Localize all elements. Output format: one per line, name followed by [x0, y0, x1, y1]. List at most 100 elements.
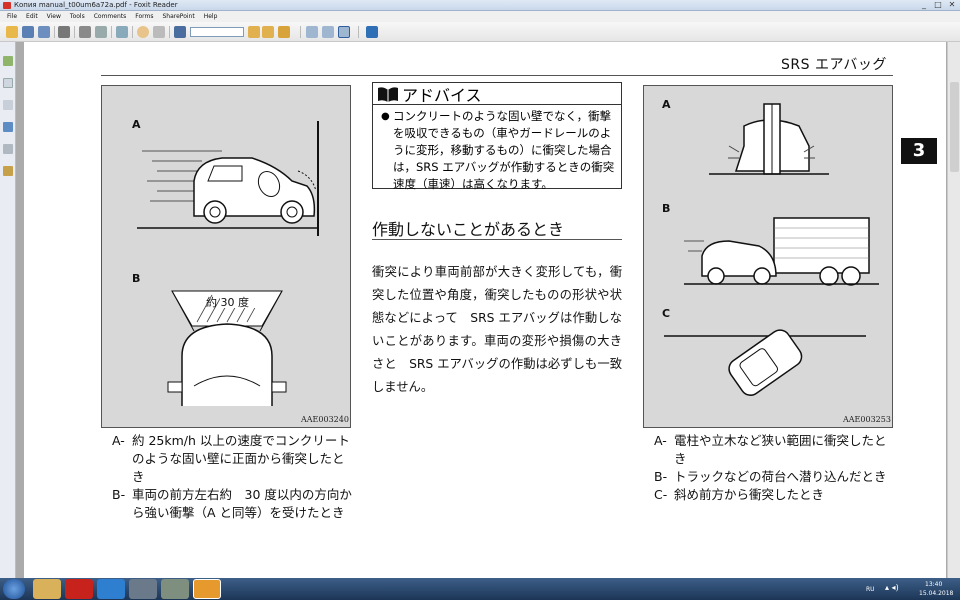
- book-icon: [378, 86, 398, 102]
- menu-forms[interactable]: Forms: [135, 11, 153, 22]
- clock-date[interactable]: 15.04.2018: [919, 588, 953, 599]
- foxit-plugin-icon[interactable]: [366, 26, 378, 38]
- attachments-icon[interactable]: [3, 144, 13, 154]
- page-header: SRS エアバッグ: [781, 57, 887, 73]
- fit-width-icon[interactable]: [338, 26, 350, 38]
- close-button[interactable]: ✕: [946, 0, 958, 10]
- document-area[interactable]: SRS エアバッグ A B 約 30 度 AAE003240 A- 約 25km…: [16, 42, 947, 578]
- bullet-icon: ●: [381, 111, 390, 122]
- app-taskbar-icon[interactable]: [161, 579, 189, 599]
- caption-item: B- 車両の前方左右約 30 度以内の方向から強い衝撃（A と同等）を受けたとき: [112, 486, 352, 522]
- caption-key: B-: [112, 487, 126, 502]
- start-button[interactable]: [3, 579, 25, 599]
- comments-icon[interactable]: [3, 122, 13, 132]
- body-paragraph: 衝突により車両前部が大きく変形しても，衝突した位置や角度，衝突したものの形状や状…: [372, 265, 622, 394]
- minimize-button[interactable]: _: [918, 0, 930, 10]
- vertical-scrollbar[interactable]: [947, 42, 960, 578]
- advice-body: ● コンクリートのような固い壁でなく，衝撃を吸収できるもの（車やガードレールのよ…: [373, 105, 621, 193]
- section-title: 作動しないことがあるとき: [372, 220, 565, 239]
- toolbar-separator: [74, 26, 75, 38]
- email-icon[interactable]: [95, 26, 107, 38]
- left-caption: A- 約 25km/h 以上の速度でコンクリートのような固い壁に正面から衝突した…: [112, 432, 352, 522]
- language-indicator[interactable]: RU: [866, 584, 875, 595]
- pages-icon[interactable]: [3, 78, 13, 88]
- caption-text: トラックなどの荷台へ潜り込んだとき: [674, 469, 887, 484]
- signatures-icon[interactable]: [3, 166, 13, 176]
- save-icon[interactable]: [22, 26, 34, 38]
- open-folder-icon[interactable]: [6, 26, 18, 38]
- caption-key: A-: [112, 433, 125, 448]
- find-next-icon[interactable]: [262, 26, 274, 38]
- toolbar-separator: [111, 26, 112, 38]
- toolbar-separator: [300, 26, 301, 38]
- foxit-taskbar-icon[interactable]: [193, 579, 221, 599]
- fit-page-icon[interactable]: [322, 26, 334, 38]
- highlight-icon[interactable]: [278, 26, 290, 38]
- menu-file[interactable]: File: [7, 11, 17, 22]
- menu-sharepoint[interactable]: SharePoint: [162, 11, 194, 22]
- left-navigation-panel: [0, 42, 16, 578]
- menu-comments[interactable]: Comments: [94, 11, 127, 22]
- toolbar-separator: [169, 26, 170, 38]
- section-rule: [372, 239, 622, 240]
- ie-taskbar-icon[interactable]: [97, 579, 125, 599]
- chapter-tab: 3: [901, 138, 937, 164]
- scrollbar-thumb[interactable]: [950, 82, 959, 172]
- zoom-in-icon[interactable]: [306, 26, 318, 38]
- advice-box: アドバイス ● コンクリートのような固い壁でなく，衝撃を吸収できるもの（車やガー…: [372, 82, 622, 191]
- figure-frontal-collision: A B 約 30 度 AAE003240: [101, 85, 351, 428]
- tray-icons[interactable]: ▴ ◂): [885, 582, 899, 593]
- hand-tool-icon[interactable]: [137, 26, 149, 38]
- header-rule: [101, 75, 893, 76]
- explorer-taskbar-icon[interactable]: [33, 579, 61, 599]
- menu-view[interactable]: View: [47, 11, 61, 22]
- caption-item: A- 電柱や立木など狭い範囲に衝突したとき: [654, 432, 894, 468]
- advice-header: アドバイス: [373, 83, 621, 105]
- caption-text: 斜め前方から衝突したとき: [674, 487, 825, 502]
- scan-icon[interactable]: [79, 26, 91, 38]
- select-text-icon[interactable]: [153, 26, 165, 38]
- window-title: Копия manual_t00um6a72a.pdf - Foxit Read…: [14, 1, 178, 9]
- binoculars-icon[interactable]: [174, 26, 186, 38]
- app-taskbar-icon[interactable]: [129, 579, 157, 599]
- menu-bar: File Edit View Tools Comments Forms Shar…: [0, 11, 960, 22]
- figure-code: AAE003240: [301, 415, 349, 424]
- advice-text: コンクリートのような固い壁でなく，衝撃を吸収できるもの（車やガードレールのように…: [393, 109, 615, 191]
- title-bar: Копия manual_t00um6a72a.pdf - Foxit Read…: [0, 0, 960, 11]
- menu-tools[interactable]: Tools: [70, 11, 85, 22]
- opera-taskbar-icon[interactable]: [65, 579, 93, 599]
- figure-non-deploy-cases: A B C AAE003253: [643, 85, 893, 428]
- right-caption: A- 電柱や立木など狭い範囲に衝突したとき B- トラックなどの荷台へ潜り込んだ…: [654, 432, 894, 504]
- save-all-icon[interactable]: [38, 26, 50, 38]
- caption-item: A- 約 25km/h 以上の速度でコンクリートのような固い壁に正面から衝突した…: [112, 432, 352, 486]
- caption-key: C-: [654, 487, 668, 502]
- maximize-button[interactable]: □: [932, 0, 944, 10]
- bookmarks-icon[interactable]: [3, 56, 13, 66]
- caption-key: B-: [654, 469, 668, 484]
- angle-label: 約 30 度: [206, 296, 249, 309]
- frontal-collision-illustration: [137, 121, 319, 406]
- non-deploy-illustration: [664, 103, 879, 396]
- toolbar-separator: [132, 26, 133, 38]
- taskbar: RU ▴ ◂) 13:40 15.04.2018: [0, 578, 960, 600]
- caption-item: C- 斜め前方から衝突したとき: [654, 486, 894, 504]
- caption-text: 車両の前方左右約 30 度以内の方向から強い衝撃（A と同等）を受けたとき: [132, 487, 352, 520]
- menu-edit[interactable]: Edit: [26, 11, 38, 22]
- pdf-page: SRS エアバッグ A B 約 30 度 AAE003240 A- 約 25km…: [24, 42, 946, 578]
- foxit-app-icon: [3, 2, 11, 9]
- caption-text: 電柱や立木など狭い範囲に衝突したとき: [674, 433, 887, 466]
- caption-item: B- トラックなどの荷台へ潜り込んだとき: [654, 468, 894, 486]
- window-controls: _ □ ✕: [918, 0, 958, 10]
- page-layout-icon[interactable]: [116, 26, 128, 38]
- toolbar-separator: [54, 26, 55, 38]
- advice-title: アドバイス: [402, 85, 482, 105]
- toolbar: [0, 22, 960, 42]
- print-icon[interactable]: [58, 26, 70, 38]
- caption-key: A-: [654, 433, 667, 448]
- menu-help[interactable]: Help: [204, 11, 218, 22]
- find-previous-icon[interactable]: [248, 26, 260, 38]
- caption-text: 約 25km/h 以上の速度でコンクリートのような固い壁に正面から衝突したとき: [132, 433, 350, 484]
- figure-code: AAE003253: [843, 415, 891, 424]
- search-input[interactable]: [190, 27, 244, 37]
- layers-icon[interactable]: [3, 100, 13, 110]
